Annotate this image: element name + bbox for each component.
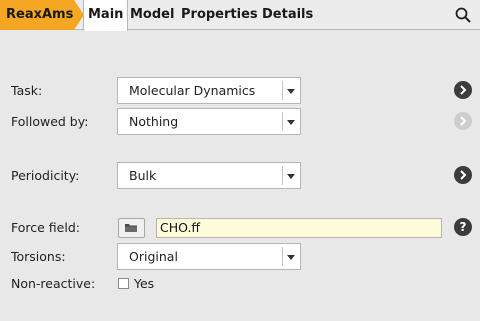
browse-folder-button[interactable] (118, 218, 145, 238)
non-reactive-checkbox-label[interactable]: Yes (134, 276, 154, 292)
tab-main[interactable]: Main (83, 0, 129, 31)
task-select[interactable]: Molecular Dynamics (117, 77, 301, 104)
tab-details[interactable]: Details (262, 0, 313, 30)
periodicity-label: Periodicity: (11, 168, 80, 183)
top-bar: ReaxAms Main Model Properties Details (0, 0, 480, 31)
periodicity-value: Bulk (129, 168, 157, 183)
chevron-down-icon (287, 174, 295, 179)
followed-by-label: Followed by: (11, 114, 89, 129)
periodicity-select[interactable]: Bulk (117, 162, 301, 189)
periodicity-details-button[interactable] (454, 166, 472, 184)
combo-separator (282, 81, 283, 100)
tab-properties[interactable]: Properties (181, 0, 258, 30)
task-value: Molecular Dynamics (129, 83, 256, 98)
combo-separator (282, 112, 283, 131)
tab-model[interactable]: Model (130, 0, 174, 30)
chevron-right-icon (460, 116, 467, 126)
followed-by-select[interactable]: Nothing (117, 108, 301, 135)
search-icon[interactable] (454, 6, 472, 24)
folder-icon (125, 224, 137, 232)
task-details-button[interactable] (454, 81, 472, 99)
followed-by-details-button (454, 112, 472, 130)
chevron-down-icon (287, 89, 295, 94)
chevron-right-icon (460, 170, 467, 180)
non-reactive-label: Non-reactive: (11, 276, 96, 291)
followed-by-value: Nothing (129, 114, 179, 129)
combo-separator (282, 166, 283, 185)
chevron-right-icon (460, 85, 467, 95)
chevron-down-icon (287, 255, 295, 260)
torsions-select[interactable]: Original (117, 243, 301, 270)
help-icon[interactable]: ? (454, 218, 472, 236)
breadcrumb-reaxams[interactable]: ReaxAms (0, 0, 84, 30)
torsions-value: Original (129, 249, 178, 264)
combo-separator (282, 247, 283, 266)
force-field-input[interactable]: CHO.ff (156, 218, 442, 238)
task-label: Task: (11, 83, 43, 98)
non-reactive-checkbox[interactable] (118, 278, 129, 289)
force-field-label: Force field: (11, 220, 80, 235)
torsions-label: Torsions: (11, 249, 66, 264)
chevron-down-icon (287, 120, 295, 125)
